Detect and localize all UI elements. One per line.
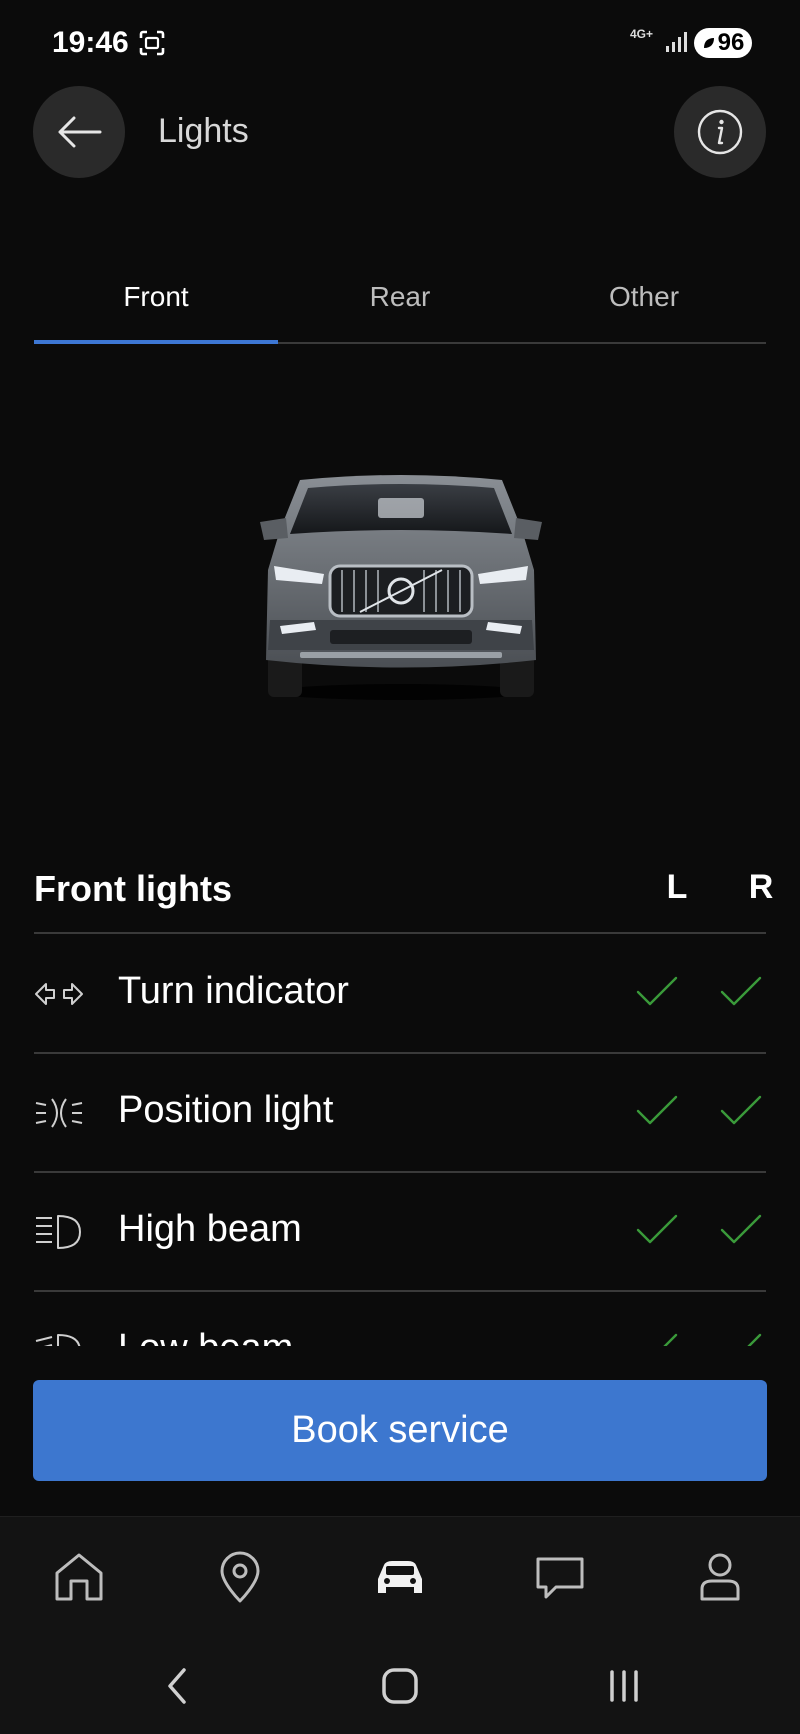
light-label: Position light: [118, 1089, 334, 1131]
status-bar: 19:46 4G+ 96: [0, 0, 800, 88]
column-right-header: R: [748, 868, 774, 906]
page-title: Lights: [158, 112, 249, 150]
lights-section-title: Front lights: [34, 868, 232, 909]
car-icon[interactable]: [372, 1549, 428, 1605]
info-icon: [697, 109, 743, 155]
tab-rear[interactable]: Rear: [278, 250, 522, 344]
lights-list[interactable]: Turn indicator Position light High beam: [34, 934, 766, 1346]
screenshot-icon: [139, 30, 165, 56]
back-button[interactable]: [33, 86, 125, 178]
high-beam-icon: [36, 1215, 81, 1249]
chat-icon[interactable]: [532, 1549, 588, 1605]
tab-front[interactable]: Front: [34, 250, 278, 344]
home-icon[interactable]: [51, 1549, 107, 1605]
arrow-left-icon: [58, 116, 102, 148]
check-left-icon: [663, 1333, 678, 1346]
column-left-header: L: [666, 868, 688, 906]
book-service-button[interactable]: Book service: [33, 1380, 767, 1481]
battery-saver-icon: [703, 38, 714, 48]
check-right-icon: [720, 1214, 762, 1244]
tab-underline: [522, 342, 766, 344]
system-back-icon[interactable]: [156, 1664, 200, 1708]
check-left-icon: [636, 1214, 678, 1244]
check-right-icon: [747, 1333, 762, 1346]
check-right-icon: [720, 1095, 762, 1125]
location-pin-icon[interactable]: [212, 1549, 268, 1605]
battery-level: 96: [717, 29, 745, 56]
check-left-icon: [636, 976, 678, 1006]
light-label: High beam: [118, 1208, 302, 1250]
network-type: 4G+: [630, 27, 654, 41]
system-home-icon[interactable]: [378, 1664, 422, 1708]
light-row-position-light: Position light: [34, 1053, 766, 1173]
tab-underline: [34, 340, 278, 344]
tab-other[interactable]: Other: [522, 250, 766, 344]
check-left-icon: [636, 1095, 678, 1125]
check-right-icon: [720, 976, 762, 1006]
light-row-high-beam: High beam: [34, 1172, 766, 1292]
turn-indicator-icon: [35, 983, 83, 1005]
position-light-icon: [35, 1098, 83, 1128]
low-beam-icon: [35, 1334, 81, 1346]
light-tabs: Front Rear Other: [34, 250, 766, 344]
signal-icon: [666, 32, 687, 52]
light-row-low-beam: Low beam: [34, 1291, 766, 1346]
system-navigation-bar: [0, 1636, 800, 1734]
light-label: Low beam: [118, 1327, 293, 1346]
tab-label: Front: [123, 281, 189, 312]
light-row-turn-indicator: Turn indicator: [34, 934, 766, 1054]
info-button[interactable]: [674, 86, 766, 178]
tab-label: Rear: [369, 281, 431, 312]
bottom-navigation: [0, 1516, 800, 1637]
tab-underline: [278, 342, 522, 344]
system-recents-icon[interactable]: [602, 1664, 646, 1708]
lights-list-header: Front lights L R: [34, 858, 773, 934]
status-time: 19:46: [52, 26, 129, 59]
battery-indicator: 96: [694, 28, 752, 58]
tab-label: Other: [608, 281, 680, 312]
profile-icon[interactable]: [692, 1549, 748, 1605]
car-front-image: [260, 475, 542, 700]
light-label: Turn indicator: [118, 970, 349, 1012]
